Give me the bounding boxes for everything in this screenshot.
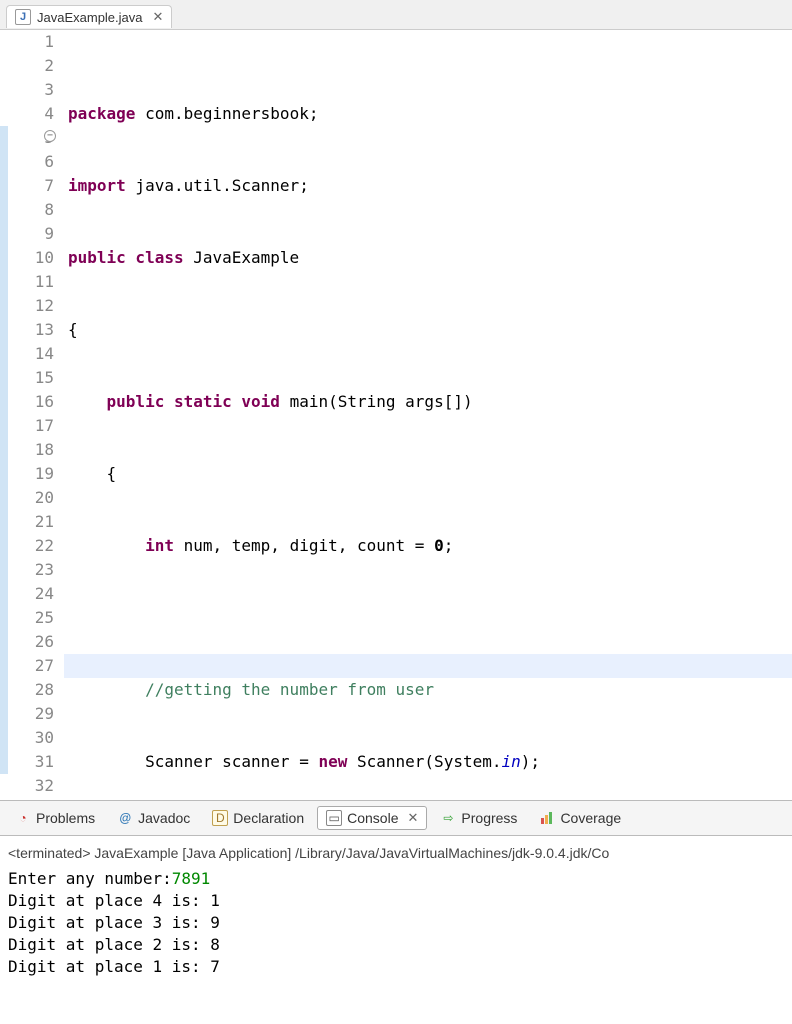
tab-label: Coverage [560,810,621,826]
close-icon[interactable]: ✕ [153,9,164,25]
code-line: Scanner scanner = new Scanner(System.in)… [68,750,792,774]
fold-strip [0,30,8,800]
line-number-gutter: 1 2 3 4 5− 6 7 8 9 10 11 12 13 14 15 16 … [8,30,64,800]
javadoc-icon: @ [117,810,133,826]
code-line: import java.util.Scanner; [68,174,792,198]
method-indicator-band [0,126,8,774]
editor-tab-label: JavaExample.java [37,10,143,25]
code-line: public static void main(String args[]) [68,390,792,414]
console-line: Digit at place 1 is: 7 [8,956,784,978]
fold-collapse-icon[interactable]: − [44,130,56,142]
bottom-view-tabs: ◔ Problems @ Javadoc D Declaration ▭ Con… [0,800,792,836]
code-line: int num, temp, digit, count = 0; [68,534,792,558]
console-line: Digit at place 3 is: 9 [8,912,784,934]
tab-javadoc[interactable]: @ Javadoc [108,806,199,830]
code-line: { [68,318,792,342]
tab-label: Problems [36,810,95,826]
tab-label: Declaration [233,810,304,826]
console-user-input: 7891 [172,869,211,888]
tab-progress[interactable]: ⇨ Progress [431,806,526,830]
console-output[interactable]: <terminated> JavaExample [Java Applicati… [0,836,792,984]
console-process-header: <terminated> JavaExample [Java Applicati… [8,842,784,864]
console-line: Digit at place 2 is: 8 [8,934,784,956]
tab-problems[interactable]: ◔ Problems [6,806,104,830]
current-line-highlight [64,654,792,678]
code-editor[interactable]: 1 2 3 4 5− 6 7 8 9 10 11 12 13 14 15 16 … [0,30,792,800]
progress-icon: ⇨ [440,810,456,826]
code-line: public class JavaExample [68,246,792,270]
editor-tab[interactable]: J JavaExample.java ✕ [6,5,172,28]
tab-coverage[interactable]: Coverage [530,806,630,830]
tab-console[interactable]: ▭ Console ✕ [317,806,427,830]
console-line: Enter any number:7891 [8,868,784,890]
tab-declaration[interactable]: D Declaration [203,806,313,830]
tab-label: Console [347,810,398,826]
java-file-icon: J [15,9,31,25]
tab-label: Javadoc [138,810,190,826]
code-content[interactable]: package com.beginnersbook; import java.u… [64,30,792,800]
code-line: { [68,462,792,486]
coverage-icon [539,810,555,826]
code-line: package com.beginnersbook; [68,102,792,126]
console-icon: ▭ [326,810,342,826]
tab-label: Progress [461,810,517,826]
code-line [68,606,792,630]
problems-icon: ◔ [15,810,31,826]
close-icon[interactable]: ✕ [408,810,419,826]
editor-tab-bar: J JavaExample.java ✕ [0,0,792,30]
declaration-icon: D [212,810,228,826]
console-line: Digit at place 4 is: 1 [8,890,784,912]
code-line: //getting the number from user [68,678,792,702]
